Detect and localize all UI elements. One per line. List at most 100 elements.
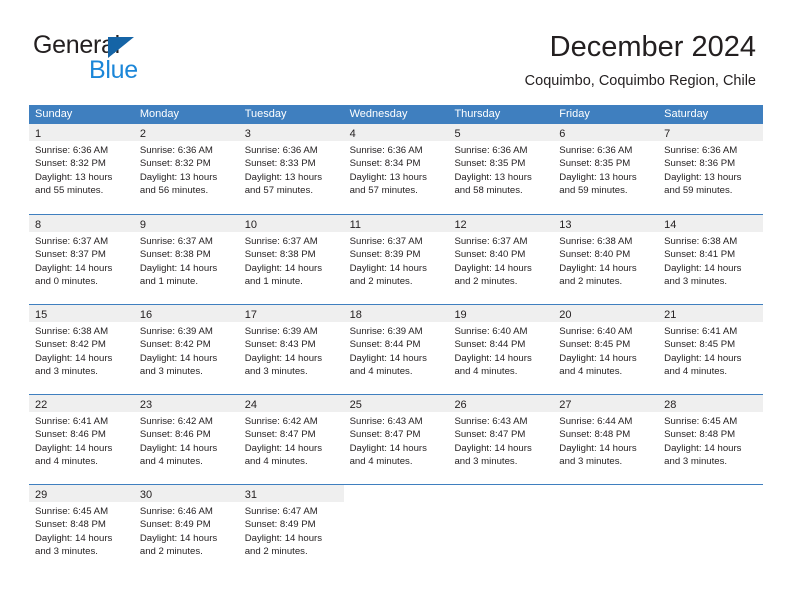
day-cell[interactable]: 20 Sunrise: 6:40 AM Sunset: 8:45 PM Dayligh… [553, 305, 659, 394]
daylight-text-line2: and 59 minutes. [664, 185, 733, 197]
daylight-text-line1: Daylight: 14 hours [349, 442, 427, 454]
sunrise-text: Sunrise: 6:45 AM [664, 416, 738, 427]
day-sun-info [344, 502, 449, 505]
day-cell[interactable]: 11 Sunrise: 6:37 AM Sunset: 8:39 PM Dayligh… [343, 215, 449, 304]
sunset-text: Sunset: 8:32 PM [139, 158, 211, 170]
sunset-text: Sunset: 8:47 PM [349, 429, 421, 441]
day-cell[interactable]: 18 Sunrise: 6:39 AM Sunset: 8:44 PM Dayligh… [343, 305, 449, 394]
daylight-text-line2: and 2 minutes. [559, 276, 623, 288]
sunset-text: Sunset: 8:39 PM [349, 249, 421, 261]
sunrise-text: Sunrise: 6:36 AM [454, 145, 528, 156]
sunset-text: Sunset: 8:36 PM [664, 158, 736, 170]
day-sun-info: Sunrise: 6:37 AM Sunset: 8:38 PM Daylight:… [239, 232, 344, 289]
calendar-weeks: 1 Sunrise: 6:36 AM Sunset: 8:32 PM Daylight… [29, 124, 764, 574]
day-sun-info: Sunrise: 6:38 AM Sunset: 8:41 PM Daylight:… [658, 232, 763, 289]
day-cell[interactable]: 27 Sunrise: 6:44 AM Sunset: 8:48 PM Dayligh… [553, 395, 659, 484]
day-sun-info: Sunrise: 6:46 AM Sunset: 8:49 PM Daylight:… [134, 502, 239, 559]
day-number: 20 [559, 309, 572, 321]
day-cell[interactable]: 21 Sunrise: 6:41 AM Sunset: 8:45 PM Dayligh… [658, 305, 764, 394]
daylight-text-line2: and 59 minutes. [559, 185, 628, 197]
daylight-text-line1: Daylight: 14 hours [35, 262, 113, 274]
day-cell[interactable]: 6 Sunrise: 6:36 AM Sunset: 8:35 PM Daylight… [553, 124, 659, 214]
sunrise-text: Sunrise: 6:37 AM [454, 236, 528, 247]
daylight-text-line1: Daylight: 14 hours [244, 352, 323, 364]
day-cell[interactable]: 2 Sunrise: 6:36 AM Sunset: 8:32 PM Daylight… [133, 124, 239, 214]
daylight-text-line1: Daylight: 14 hours [559, 262, 637, 274]
day-sun-info: Sunrise: 6:43 AM Sunset: 8:47 PM Daylight:… [344, 412, 449, 469]
day-cell[interactable]: 29 Sunrise: 6:45 AM Sunset: 8:48 PM Dayligh… [29, 485, 134, 574]
sunset-text: Sunset: 8:44 PM [349, 339, 421, 351]
sunset-text: Sunset: 8:34 PM [349, 158, 421, 170]
day-cell[interactable]: 13 Sunrise: 6:38 AM Sunset: 8:40 PM Dayligh… [553, 215, 659, 304]
daylight-text-line1: Daylight: 13 hours [139, 171, 218, 183]
day-cell[interactable]: 8 Sunrise: 6:37 AM Sunset: 8:37 PM Daylight… [29, 215, 134, 304]
day-number-band: 1 [29, 124, 134, 141]
daylight-text-line1: Daylight: 14 hours [664, 262, 742, 274]
sunrise-text: Sunrise: 6:40 AM [559, 326, 633, 337]
calendar-page: General Blue December 2024 Coquimbo, Coq… [0, 0, 792, 612]
day-number-band: 6 [553, 124, 659, 141]
day-cell[interactable]: 19 Sunrise: 6:40 AM Sunset: 8:44 PM Dayligh… [448, 305, 554, 394]
day-sun-info: Sunrise: 6:40 AM Sunset: 8:44 PM Daylight:… [448, 322, 553, 379]
day-number: 30 [139, 489, 153, 501]
day-number-band: 28 [658, 395, 764, 412]
day-number: 18 [349, 309, 362, 321]
calendar-week-row: 22 Sunrise: 6:41 AM Sunset: 8:46 PM Dayligh… [29, 394, 764, 484]
sunset-text: Sunset: 8:45 PM [559, 339, 631, 351]
day-number: 3 [244, 128, 251, 140]
weekday-header-friday: Friday [559, 108, 590, 120]
day-sun-info: Sunrise: 6:37 AM Sunset: 8:39 PM Daylight:… [344, 232, 449, 289]
daylight-text-line2: and 3 minutes. [35, 366, 98, 378]
day-cell[interactable]: 31 Sunrise: 6:47 AM Sunset: 8:49 PM Dayligh… [238, 485, 344, 574]
day-sun-info: Sunrise: 6:39 AM Sunset: 8:44 PM Daylight:… [344, 322, 449, 379]
day-sun-info: Sunrise: 6:37 AM Sunset: 8:40 PM Daylight:… [448, 232, 553, 289]
day-cell[interactable]: 25 Sunrise: 6:43 AM Sunset: 8:47 PM Dayligh… [343, 395, 449, 484]
day-cell[interactable]: 23 Sunrise: 6:42 AM Sunset: 8:46 PM Dayligh… [133, 395, 239, 484]
sunrise-text: Sunrise: 6:39 AM [139, 326, 213, 337]
day-cell[interactable]: 26 Sunrise: 6:43 AM Sunset: 8:47 PM Dayligh… [448, 395, 554, 484]
day-cell[interactable]: 15 Sunrise: 6:38 AM Sunset: 8:42 PM Dayligh… [29, 305, 134, 394]
day-number-band: 26 [448, 395, 554, 412]
day-cell[interactable]: 30 Sunrise: 6:46 AM Sunset: 8:49 PM Dayligh… [133, 485, 239, 574]
sunrise-text: Sunrise: 6:43 AM [454, 416, 528, 427]
sunrise-text: Sunrise: 6:36 AM [244, 145, 318, 156]
sunset-text: Sunset: 8:35 PM [454, 158, 526, 170]
day-cell[interactable]: 1 Sunrise: 6:36 AM Sunset: 8:32 PM Daylight… [29, 124, 134, 214]
day-cell[interactable]: 3 Sunrise: 6:36 AM Sunset: 8:33 PM Daylight… [238, 124, 344, 214]
day-cell[interactable]: 10 Sunrise: 6:37 AM Sunset: 8:38 PM Dayligh… [238, 215, 344, 304]
day-sun-info: Sunrise: 6:41 AM Sunset: 8:46 PM Daylight:… [29, 412, 134, 469]
calendar-week-row: 8 Sunrise: 6:37 AM Sunset: 8:37 PM Daylight… [29, 214, 764, 304]
daylight-text-line2: and 2 minutes. [244, 546, 308, 558]
day-cell-empty [658, 485, 764, 574]
day-number: 25 [349, 399, 362, 411]
day-cell[interactable]: 14 Sunrise: 6:38 AM Sunset: 8:41 PM Dayligh… [658, 215, 764, 304]
day-number-band [343, 485, 449, 502]
day-cell[interactable]: 28 Sunrise: 6:45 AM Sunset: 8:48 PM Dayligh… [658, 395, 764, 484]
daylight-text-line2: and 4 minutes. [664, 366, 728, 378]
sunrise-text: Sunrise: 6:45 AM [35, 506, 109, 517]
day-cell[interactable]: 12 Sunrise: 6:37 AM Sunset: 8:40 PM Dayligh… [448, 215, 554, 304]
day-number-band: 22 [29, 395, 134, 412]
day-number: 16 [139, 309, 153, 321]
day-sun-info: Sunrise: 6:44 AM Sunset: 8:48 PM Daylight:… [553, 412, 658, 469]
daylight-text-line1: Daylight: 14 hours [664, 442, 742, 454]
day-cell[interactable]: 22 Sunrise: 6:41 AM Sunset: 8:46 PM Dayligh… [29, 395, 134, 484]
day-cell[interactable]: 5 Sunrise: 6:36 AM Sunset: 8:35 PM Daylight… [448, 124, 554, 214]
day-sun-info: Sunrise: 6:42 AM Sunset: 8:46 PM Daylight:… [134, 412, 239, 469]
day-number-band: 15 [29, 305, 134, 322]
daylight-text-line2: and 4 minutes. [349, 366, 413, 378]
daylight-text-line1: Daylight: 14 hours [559, 442, 637, 454]
daylight-text-line2: and 4 minutes. [559, 366, 623, 378]
day-cell[interactable]: 17 Sunrise: 6:39 AM Sunset: 8:43 PM Dayligh… [238, 305, 344, 394]
day-number-band [448, 485, 554, 502]
day-cell[interactable]: 4 Sunrise: 6:36 AM Sunset: 8:34 PM Daylight… [343, 124, 449, 214]
title-block: December 2024 Coquimbo, Coquimbo Region,… [525, 30, 756, 90]
day-cell[interactable]: 24 Sunrise: 6:42 AM Sunset: 8:47 PM Dayligh… [238, 395, 344, 484]
calendar-week-row: 1 Sunrise: 6:36 AM Sunset: 8:32 PM Daylight… [29, 124, 764, 214]
day-cell[interactable]: 16 Sunrise: 6:39 AM Sunset: 8:42 PM Dayligh… [133, 305, 239, 394]
day-number: 27 [559, 399, 572, 411]
day-cell[interactable]: 9 Sunrise: 6:37 AM Sunset: 8:38 PM Daylight… [133, 215, 239, 304]
daylight-text-line2: and 58 minutes. [454, 185, 523, 197]
sunset-text: Sunset: 8:42 PM [35, 339, 106, 351]
day-cell[interactable]: 7 Sunrise: 6:36 AM Sunset: 8:36 PM Daylight… [658, 124, 764, 214]
